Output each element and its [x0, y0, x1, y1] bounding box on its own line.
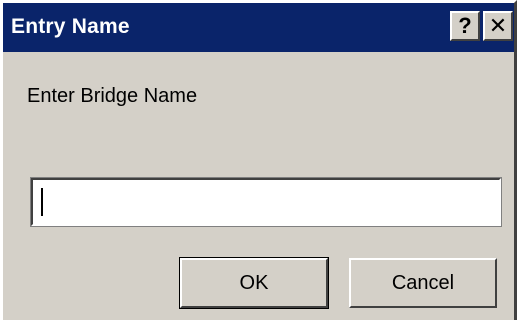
help-button[interactable]: ?	[450, 11, 480, 41]
cancel-button[interactable]: Cancel	[349, 258, 497, 308]
bridge-name-input[interactable]	[30, 177, 502, 227]
title-bar[interactable]: Entry Name ? ✕	[3, 3, 514, 52]
text-cursor	[41, 188, 43, 216]
question-mark-icon: ?	[458, 13, 472, 38]
prompt-label: Enter Bridge Name	[27, 85, 198, 107]
close-icon: ✕	[488, 13, 508, 38]
ok-button[interactable]: OK	[179, 257, 329, 309]
window-title: Entry Name	[11, 15, 130, 38]
close-button[interactable]: ✕	[483, 11, 513, 41]
